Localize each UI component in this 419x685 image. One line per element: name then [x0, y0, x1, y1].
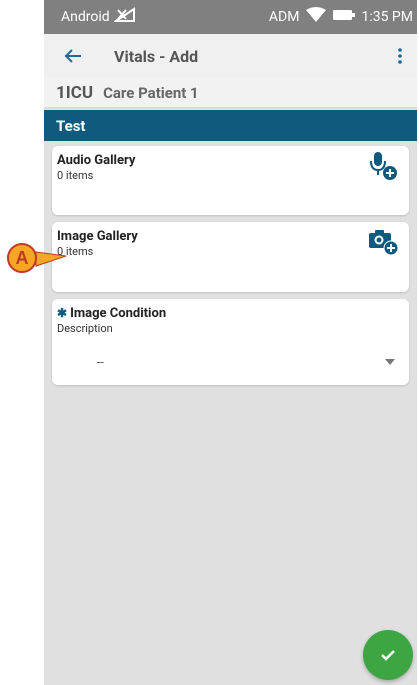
- status-bar: Android ADM 1:35 PM: [44, 0, 417, 34]
- carrier-label: Android: [61, 9, 110, 25]
- patient-name: Care Patient 1: [103, 83, 199, 102]
- section-title: Test: [56, 116, 86, 135]
- battery-icon: [333, 9, 356, 25]
- no-signal-icon: [112, 7, 136, 27]
- clock-label: 1:35 PM: [361, 9, 413, 25]
- patient-bed: 1ICU: [56, 82, 94, 103]
- operator-label: ADM: [268, 9, 300, 25]
- annotation-letter: A: [16, 248, 29, 268]
- confirm-fab-button[interactable]: [363, 630, 413, 680]
- audio-gallery-title: Audio Gallery: [57, 153, 136, 168]
- audio-gallery-count: 0 items: [57, 169, 94, 182]
- camera-add-icon[interactable]: [368, 226, 400, 258]
- image-gallery-count: 0 items: [57, 245, 94, 258]
- image-condition-label: Image Condition: [70, 306, 167, 321]
- image-condition-card: ✱ Image Condition Description --: [52, 299, 409, 385]
- mic-add-icon[interactable]: [368, 150, 400, 182]
- more-vert-icon[interactable]: [395, 45, 405, 67]
- section-header: Test: [44, 110, 417, 141]
- app-bar: Vitals - Add: [44, 34, 417, 78]
- patient-bar: 1ICU Care Patient 1: [44, 78, 417, 108]
- image-gallery-title: Image Gallery: [57, 229, 138, 244]
- phone-screen: Android ADM 1:35 PM Vitals - Add 1ICU Ca…: [44, 0, 417, 685]
- status-right: ADM 1:35 PM: [269, 7, 413, 27]
- image-condition-title: ✱ Image Condition: [57, 306, 399, 321]
- asterisk-icon: ✱: [57, 306, 68, 320]
- chevron-down-icon[interactable]: [385, 359, 395, 365]
- audio-gallery-card[interactable]: Audio Gallery 0 items: [52, 146, 409, 215]
- description-select[interactable]: --: [52, 349, 409, 375]
- page-title: Vitals - Add: [114, 46, 199, 66]
- status-carrier: Android: [61, 7, 136, 27]
- wifi-icon: [305, 7, 327, 27]
- description-select-value: --: [97, 355, 104, 369]
- annotation-marker-a: A: [6, 242, 70, 274]
- arrow-left-icon[interactable]: [62, 45, 84, 67]
- check-icon: [380, 646, 396, 665]
- image-condition-description: Description: [57, 322, 113, 335]
- image-gallery-card[interactable]: Image Gallery 0 items: [52, 222, 409, 292]
